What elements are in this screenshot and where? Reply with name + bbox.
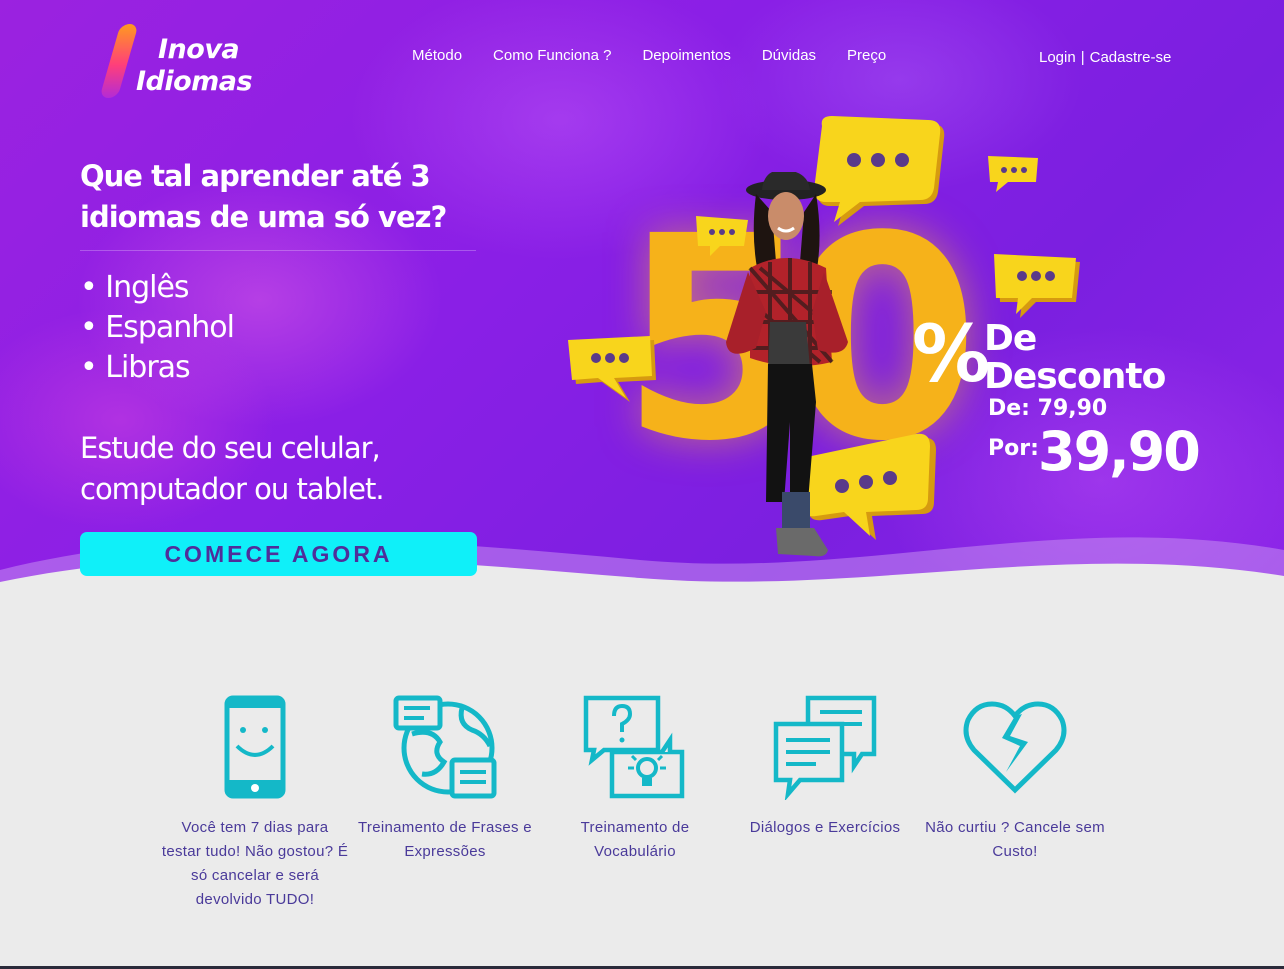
feature-text: Diálogos e Exercícios (749, 819, 901, 836)
language-item: • Libras (80, 350, 191, 385)
signup-link[interactable]: Cadastre-se (1090, 49, 1172, 66)
nav-link-duvidas[interactable]: Dúvidas (762, 47, 816, 64)
logo-text-line1: Inova (158, 34, 240, 65)
discount-label-line2: Desconto (984, 356, 1166, 397)
discount-label-line1: De (984, 318, 1037, 359)
main-nav: Método Como Funciona ? Depoimentos Dúvid… (412, 47, 886, 64)
language-item: • Espanhol (80, 310, 235, 345)
logo-mark (99, 24, 139, 98)
broken-heart-icon (963, 701, 1067, 794)
feature-text: Não curtiu ? Cancele sem Custo! (925, 819, 1105, 860)
hero-divider (80, 250, 476, 251)
chat-bubbles-icon (773, 695, 877, 800)
hero-headline: Que tal aprender até 3 idiomas de uma só… (80, 159, 447, 234)
speech-bubble-icon (994, 254, 1080, 318)
nav-link-preco[interactable]: Preço (847, 47, 886, 64)
new-price-label: Por: (988, 436, 1039, 461)
discount-label: De Desconto (984, 318, 1166, 397)
language-list: • Inglês • Espanhol • Libras (80, 268, 235, 388)
feature-item: Diálogos e Exercícios (730, 694, 920, 840)
brand-logo[interactable]: Inova Idiomas (99, 22, 284, 98)
question-idea-chat-icon (583, 695, 685, 799)
feature-item: Treinamento de Frases e Expressões (350, 694, 540, 864)
new-price: 39,90 (1038, 420, 1201, 483)
feature-text: Você tem 7 dias para testar tudo! Não go… (161, 819, 349, 908)
feature-item: Treinamento de Vocabulário (540, 694, 730, 864)
auth-separator: | (1080, 49, 1085, 66)
hero-section: Inova Idiomas Método Como Funciona ? Dep… (0, 0, 1284, 630)
feature-item: Você tem 7 dias para testar tudo! Não go… (160, 694, 350, 912)
smartphone-smile-icon (224, 695, 286, 799)
feature-text: Treinamento de Vocabulário (580, 819, 690, 860)
globe-chat-icon (393, 695, 497, 799)
old-price: De: 79,90 (988, 396, 1108, 421)
hero-study-text: Estude do seu celular, computador ou tab… (80, 431, 385, 506)
speech-bubble-icon (988, 156, 1038, 192)
start-now-button[interactable]: COMECE AGORA (80, 532, 477, 576)
percent-sign: % (912, 310, 991, 400)
nav-link-metodo[interactable]: Método (412, 47, 462, 64)
feature-item: Não curtiu ? Cancele sem Custo! (920, 694, 1110, 864)
speech-bubble-icon (568, 336, 656, 402)
language-item: • Inglês (80, 270, 190, 305)
auth-links: Login | Cadastre-se (1039, 49, 1171, 66)
nav-link-depoimentos[interactable]: Depoimentos (642, 47, 730, 64)
login-link[interactable]: Login (1039, 49, 1076, 66)
nav-link-como-funciona[interactable]: Como Funciona ? (493, 47, 611, 64)
woman-figure-image (726, 172, 848, 557)
logo-text-line2: Idiomas (136, 66, 253, 97)
feature-text: Treinamento de Frases e Expressões (358, 819, 532, 860)
